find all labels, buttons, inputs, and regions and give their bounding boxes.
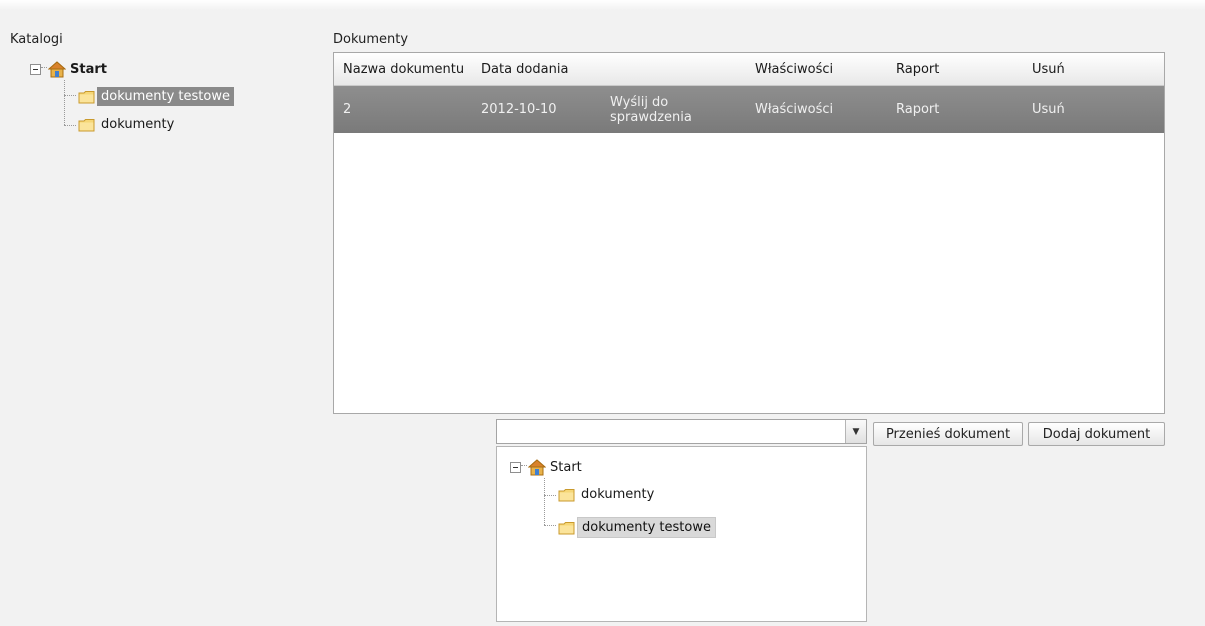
report-link[interactable]: Raport <box>896 86 939 133</box>
folder-icon <box>78 90 95 104</box>
add-document-button[interactable]: Dodaj dokument <box>1028 422 1165 446</box>
tree-item-label: dokumenty <box>101 117 175 132</box>
dropdown-item-dokumenty-testowe[interactable]: dokumenty testowe <box>558 517 716 538</box>
folder-dropdown: Start dokumenty dokumenty testowe <box>496 446 867 622</box>
dropdown-item-label: dokumenty <box>581 487 655 502</box>
column-header-report[interactable]: Raport <box>896 53 939 85</box>
move-document-button[interactable]: Przenieś dokument <box>873 422 1023 446</box>
folder-icon <box>558 488 575 502</box>
dropdown-tree-root-start[interactable]: Start <box>510 459 582 476</box>
tree-root-start[interactable]: Start <box>30 61 107 78</box>
folder-icon <box>558 521 575 535</box>
grid-header: Nazwa dokumentu Data dodania Właściwości… <box>334 53 1164 86</box>
chevron-down-icon[interactable]: ▼ <box>845 420 866 443</box>
tree-item-label: dokumenty testowe <box>97 87 234 106</box>
column-header-name[interactable]: Nazwa dokumentu <box>343 53 464 85</box>
collapse-icon[interactable] <box>510 462 521 473</box>
properties-link[interactable]: Właściwości <box>755 86 833 133</box>
tree-root-label: Start <box>70 62 107 77</box>
collapse-icon[interactable] <box>30 64 41 75</box>
column-header-delete[interactable]: Usuń <box>1032 53 1065 85</box>
column-header-properties[interactable]: Właściwości <box>755 53 833 85</box>
folder-icon <box>78 118 95 132</box>
column-header-date[interactable]: Data dodania <box>481 53 568 85</box>
tree-item-dokumenty-testowe[interactable]: dokumenty testowe <box>78 87 234 106</box>
catalogs-label: Katalogi <box>10 32 63 47</box>
cell-name: 2 <box>343 102 352 117</box>
send-for-review-link[interactable]: Wyślij do sprawdzenia <box>610 86 720 133</box>
dropdown-item-dokumenty[interactable]: dokumenty <box>558 487 654 502</box>
dropdown-item-label: dokumenty testowe <box>577 517 716 538</box>
home-icon <box>528 459 546 476</box>
documents-label: Dokumenty <box>333 32 409 47</box>
target-folder-combo[interactable]: ▼ <box>496 419 867 444</box>
tree-item-dokumenty[interactable]: dokumenty <box>78 117 174 132</box>
dropdown-root-label: Start <box>550 460 582 475</box>
cell-date: 2012-10-10 <box>481 102 557 117</box>
table-row[interactable]: 2 2012-10-10 Wyślij do sprawdzenia Właśc… <box>334 86 1164 133</box>
delete-link[interactable]: Usuń <box>1032 86 1065 133</box>
top-bar <box>0 0 1205 10</box>
documents-grid: Nazwa dokumentu Data dodania Właściwości… <box>333 52 1165 414</box>
home-icon <box>48 61 66 78</box>
